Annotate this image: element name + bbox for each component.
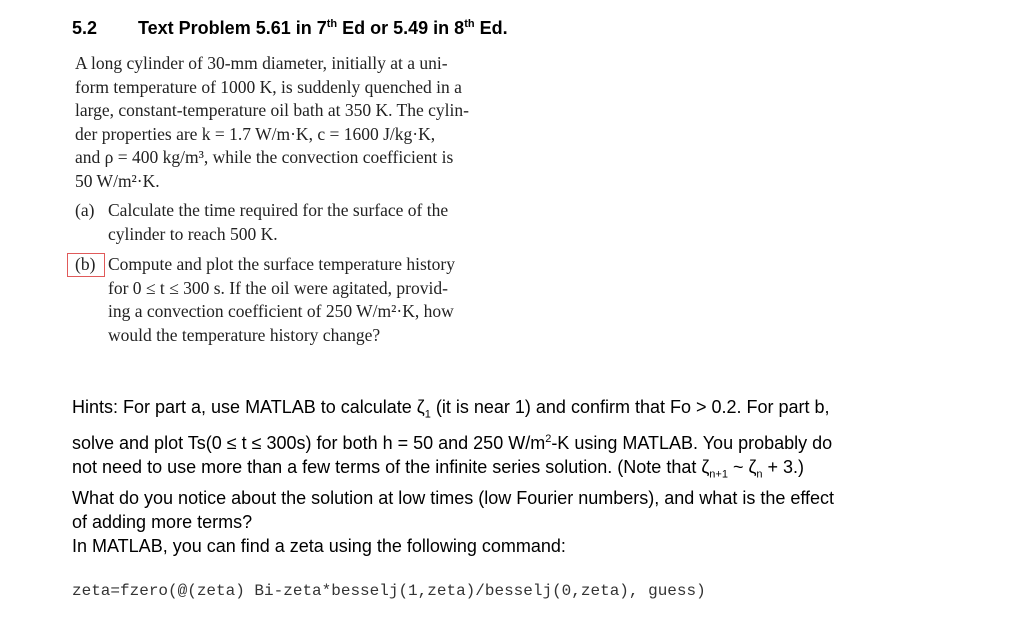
problem-line: form temperature of 1000 K, is suddenly …	[75, 76, 462, 97]
matlab-code: zeta=fzero(@(zeta) Bi-zeta*besselj(1,zet…	[72, 582, 706, 600]
hints-line: not need to use more than a few terms of…	[72, 456, 805, 481]
hints-line: of adding more terms?	[72, 512, 253, 533]
part-a-line: Calculate the time required for the surf…	[108, 200, 449, 220]
part-b: (b) Compute and plot the surface tempera…	[67, 253, 507, 347]
problem-line: A long cylinder of 30-mm diameter, initi…	[75, 53, 448, 73]
part-a-line: cylinder to reach 500 K.	[108, 223, 278, 244]
hints-line: Hints: For part a, use MATLAB to calcula…	[72, 397, 830, 421]
part-b-line: Compute and plot the surface temperature…	[108, 254, 455, 274]
section-number: 5.2	[72, 18, 98, 38]
part-b-label: (b)	[75, 254, 96, 274]
problem-line: large, constant-temperature oil bath at …	[75, 100, 469, 120]
section-title: Text Problem 5.61 in 7th Ed or 5.49 in 8…	[138, 18, 508, 38]
section-heading: 5.2 Text Problem 5.61 in 7th Ed or 5.49 i…	[72, 18, 508, 39]
problem-line: and ρ = 400 kg/m³, while the convection …	[75, 147, 454, 167]
part-b-line: for 0 ≤ t ≤ 300 s. If the oil were agita…	[108, 277, 448, 298]
matlab-note: In MATLAB, you can find a zeta using the…	[72, 536, 566, 556]
part-b-line: would the temperature history change?	[108, 324, 381, 345]
part-a-label: (a)	[75, 200, 95, 220]
problem-line: 50 W/m²·K.	[75, 170, 160, 191]
hints-line: solve and plot Ts(0 ≤ t ≤ 300s) for both…	[72, 432, 833, 453]
hints-paragraph: Hints: For part a, use MATLAB to calcula…	[72, 395, 962, 534]
part-a: (a) Calculate the time required for the …	[75, 199, 507, 246]
part-b-line: ing a convection coefficient of 250 W/m²…	[108, 301, 454, 321]
hints-line: What do you notice about the solution at…	[72, 488, 835, 509]
problem-line: der properties are k = 1.7 W/m·K, c = 16…	[75, 123, 436, 144]
problem-statement: A long cylinder of 30-mm diameter, initi…	[75, 52, 507, 193]
